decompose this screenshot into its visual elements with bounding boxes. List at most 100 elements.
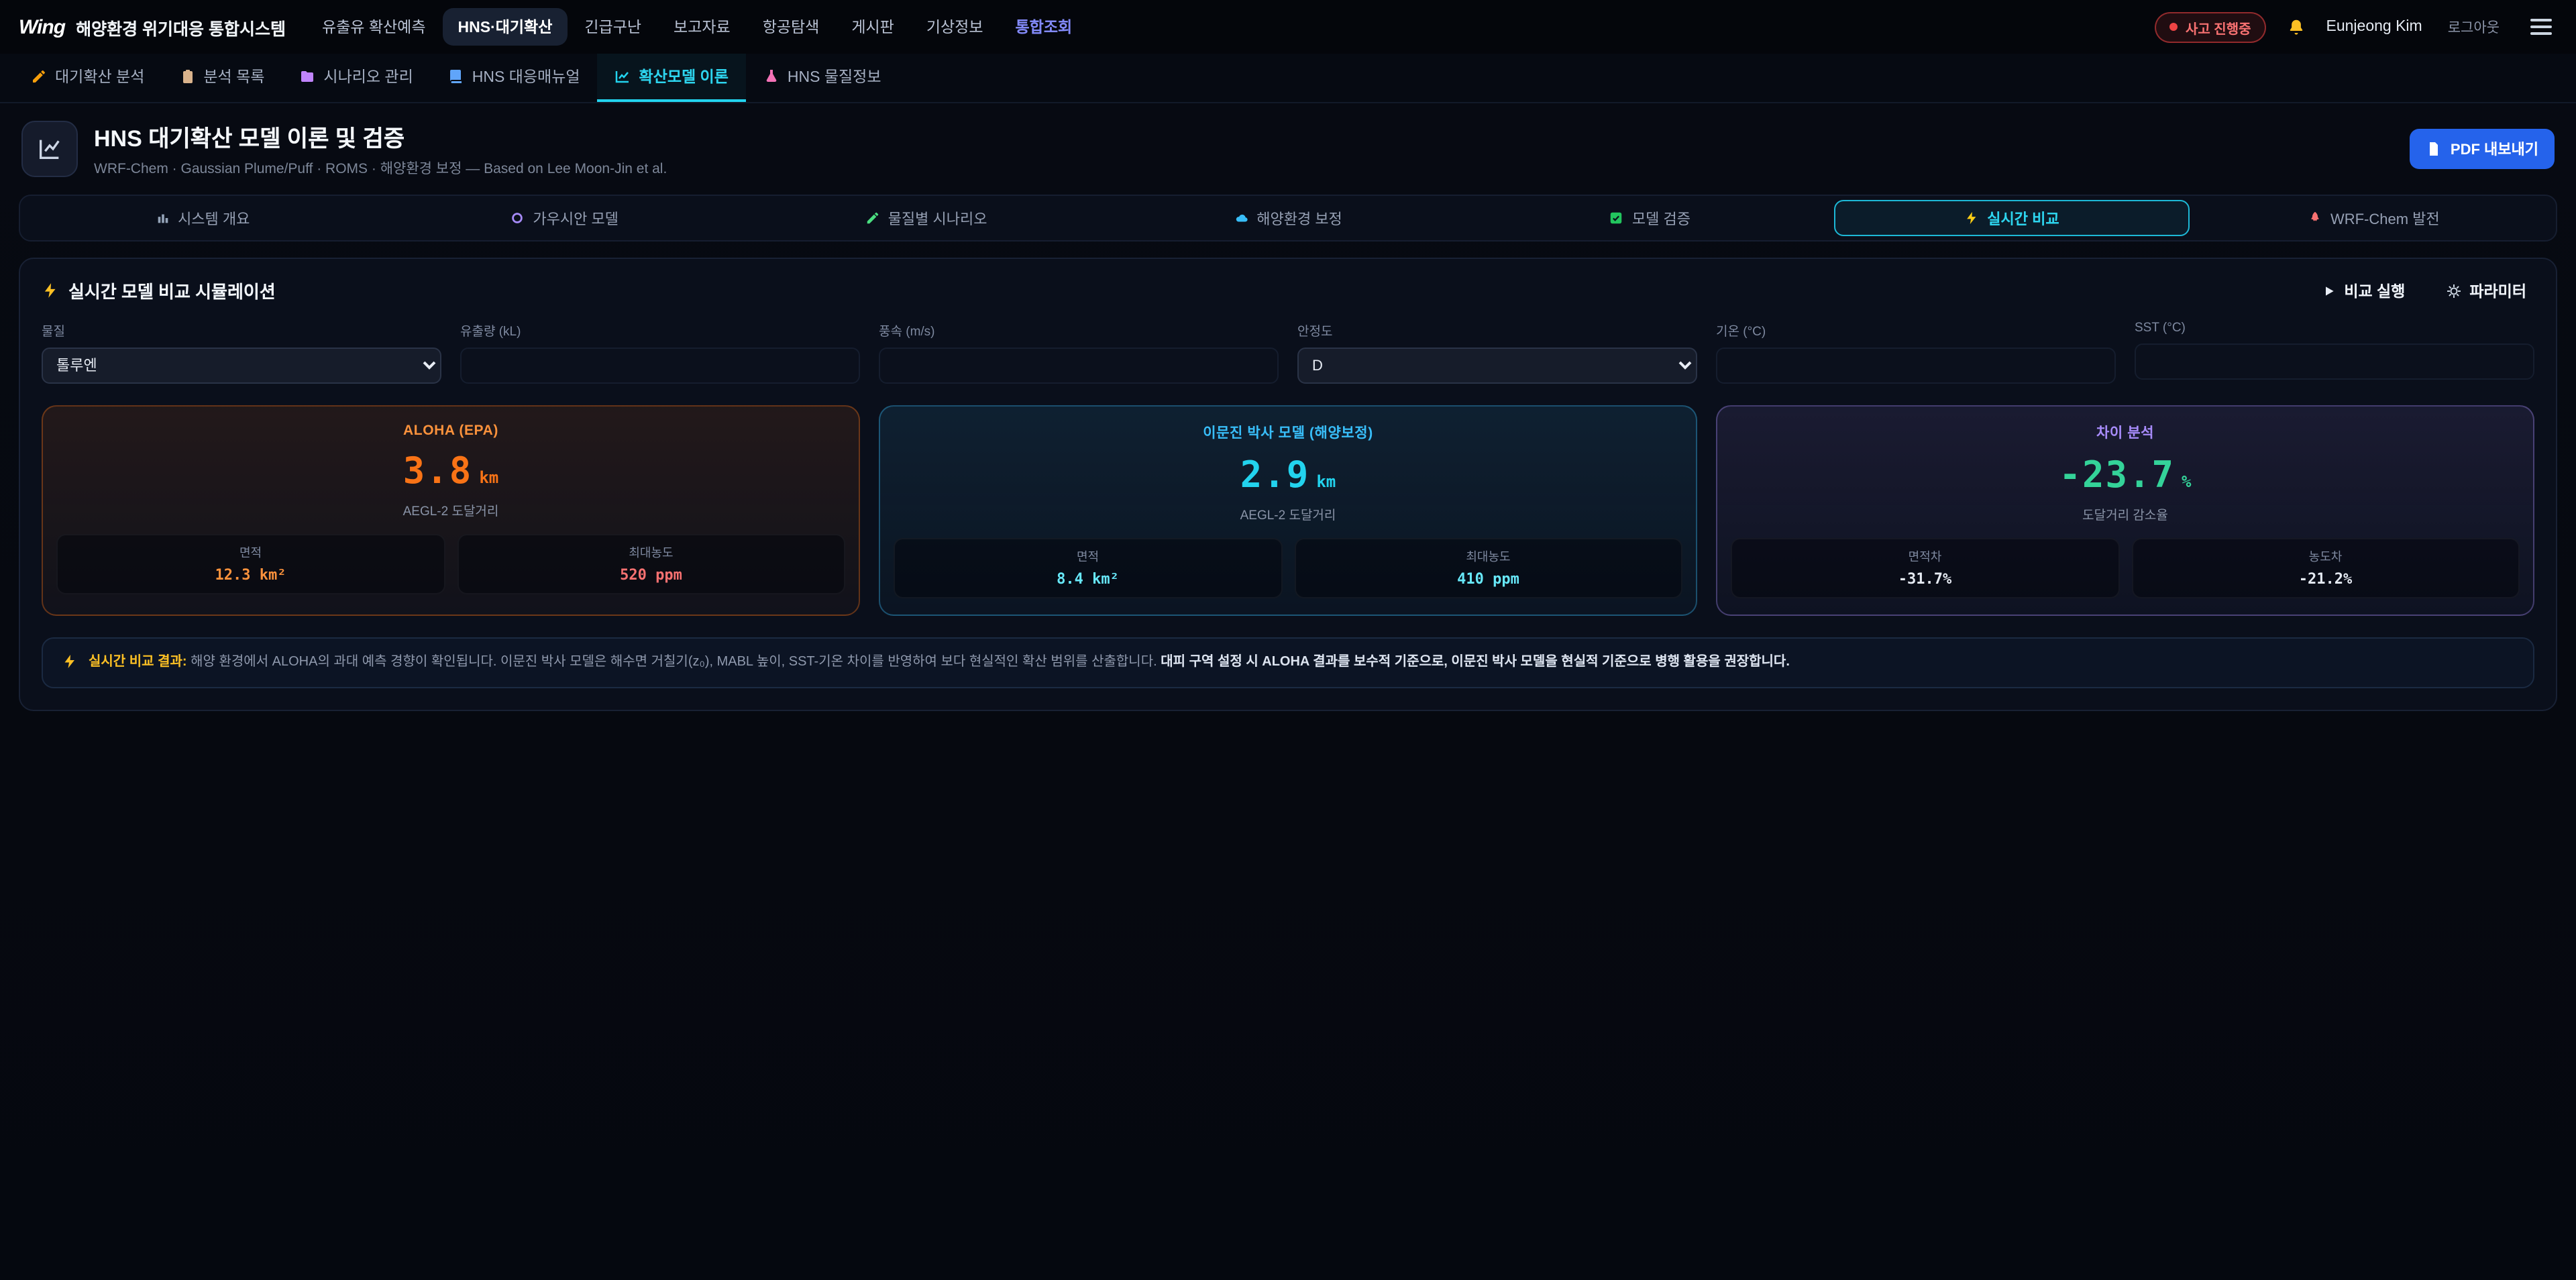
nav-weather-info[interactable]: 기상정보: [912, 8, 998, 46]
run-comparison-label: 비교 실행: [2344, 280, 2405, 301]
play-icon: [2322, 284, 2336, 297]
stat-label: 면적차: [1737, 547, 2112, 565]
sst-label: SST (°C): [2135, 321, 2534, 335]
pencil-icon: [865, 211, 880, 225]
subtab-analysis-list[interactable]: 분석 목록: [162, 54, 282, 102]
nav-reports[interactable]: 보고자료: [659, 8, 745, 46]
panel-actions: 비교 실행 파라미터: [2314, 278, 2534, 303]
notification-bell-icon[interactable]: [2284, 14, 2309, 40]
note-emphasis: 대피 구역 설정 시 ALOHA 결과를 보수적 기준으로, 이문진 박사 모델…: [1161, 655, 1790, 670]
nav-board[interactable]: 게시판: [837, 8, 909, 46]
nav-integrated-search[interactable]: 통합조회: [1001, 8, 1087, 46]
sst-input[interactable]: [2135, 343, 2534, 380]
topbar: Wing 해양환경 위기대응 통합시스템 유출유 확산예측 HNS·대기확산 긴…: [0, 0, 2576, 54]
nav-aerial-search[interactable]: 항공탐색: [748, 8, 835, 46]
document-icon: [2426, 141, 2443, 157]
nav-oil-spill-prediction[interactable]: 유출유 확산예측: [307, 8, 441, 46]
leak-volume-input[interactable]: [460, 348, 860, 384]
air-temperature-input[interactable]: [1716, 348, 2116, 384]
page-header-icon: [21, 121, 78, 177]
result-cards: ALOHA (EPA) 3.8km AEGL-2 도달거리 면적 12.3 km…: [42, 405, 2534, 616]
stat-value: 410 ppm: [1301, 570, 1676, 588]
tab-marine-environment-correction[interactable]: 해양환경 보정: [1110, 200, 1466, 236]
result-card-difference: 차이 분석 -23.7% 도달거리 감소율 면적차 -31.7% 농도차 -21…: [1716, 405, 2534, 616]
stat-value: -31.7%: [1737, 570, 2112, 588]
stat-label: 최대농도: [464, 543, 839, 561]
stat-concentration-difference: 농도차 -21.2%: [2131, 538, 2520, 598]
book-icon: [448, 68, 464, 85]
card-caption: 도달거리 감소율: [1731, 504, 2520, 523]
tab-system-overview[interactable]: 시스템 개요: [24, 200, 380, 236]
air-temperature-label: 기온 (°C): [1716, 321, 2116, 339]
stability-select[interactable]: D: [1297, 348, 1697, 384]
subtab-atmos-analysis[interactable]: 대기확산 분석: [13, 54, 162, 102]
card-stats: 면적 8.4 km² 최대농도 410 ppm: [894, 538, 1682, 598]
page-header: HNS 대기확산 모델 이론 및 검증 WRF-Chem · Gaussian …: [0, 103, 2576, 192]
page-header-text: HNS 대기확산 모델 이론 및 검증 WRF-Chem · Gaussian …: [94, 119, 667, 178]
subtab-label: 분석 목록: [203, 66, 264, 87]
nav-emergency-rescue[interactable]: 긴급구난: [570, 8, 656, 46]
parameters-button[interactable]: 파라미터: [2437, 278, 2534, 303]
subtab-hns-substance-info[interactable]: HNS 물질정보: [746, 54, 899, 102]
subtab-label: 확산모델 이론: [639, 66, 729, 87]
tab-label: 모델 검증: [1632, 207, 1690, 229]
card-title: 차이 분석: [1731, 423, 2520, 443]
parameters-label: 파라미터: [2469, 280, 2526, 301]
tab-model-validation[interactable]: 모델 검증: [1472, 200, 1828, 236]
wind-speed-input[interactable]: [879, 348, 1279, 384]
stat-label: 농도차: [2138, 547, 2513, 565]
field-stability: 안정도 D: [1297, 321, 1697, 384]
note-prefix: 실시간 비교 결과:: [89, 655, 187, 670]
lightning-icon: [1964, 211, 1979, 225]
folder-icon: [299, 68, 315, 85]
panel-title: 실시간 모델 비교 시뮬레이션: [42, 278, 276, 303]
subtab-label: HNS 대응매뉴얼: [472, 66, 580, 87]
subtab-label: HNS 물질정보: [788, 66, 881, 87]
note-body: 해양 환경에서 ALOHA의 과대 예측 경향이 확인됩니다. 이문진 박사 모…: [187, 655, 1161, 670]
panel-title-text: 실시간 모델 비교 시뮬레이션: [68, 278, 276, 303]
subtab-hns-response-manual[interactable]: HNS 대응매뉴얼: [431, 54, 598, 102]
stat-max-concentration: 최대농도 520 ppm: [457, 534, 845, 594]
app-title: 해양환경 위기대응 통합시스템: [76, 14, 286, 40]
card-stats: 면적 12.3 km² 최대농도 520 ppm: [56, 534, 845, 594]
card-value-unit: km: [1316, 472, 1336, 491]
comparison-result-note: 실시간 비교 결과: 해양 환경에서 ALOHA의 과대 예측 경향이 확인됩니…: [42, 637, 2534, 688]
menu-hamburger-icon[interactable]: [2525, 13, 2557, 40]
field-sst: SST (°C): [2135, 321, 2534, 384]
ring-icon: [510, 211, 525, 225]
stat-max-concentration: 최대농도 410 ppm: [1294, 538, 1682, 598]
note-text: 실시간 비교 결과: 해양 환경에서 ALOHA의 과대 예측 경향이 확인됩니…: [89, 652, 1790, 673]
run-comparison-button[interactable]: 비교 실행: [2314, 278, 2413, 303]
subtab-scenario-management[interactable]: 시나리오 관리: [282, 54, 430, 102]
substance-select[interactable]: 톨루엔: [42, 348, 441, 384]
pdf-export-label: PDF 내보내기: [2451, 138, 2538, 160]
card-caption: AEGL-2 도달거리: [56, 500, 845, 519]
panel-header: 실시간 모델 비교 시뮬레이션 비교 실행 파라미터: [42, 278, 2534, 303]
brand: Wing 해양환경 위기대응 통합시스템: [19, 14, 286, 40]
card-value-number: -23.7: [2059, 455, 2175, 496]
pdf-export-button[interactable]: PDF 내보내기: [2410, 129, 2555, 169]
tab-substance-scenarios[interactable]: 물질별 시나리오: [748, 200, 1104, 236]
main-nav: 유출유 확산예측 HNS·대기확산 긴급구난 보고자료 항공탐색 게시판 기상정…: [307, 8, 1087, 46]
stat-value: 12.3 km²: [63, 566, 438, 584]
logout-button[interactable]: 로그아웃: [2440, 15, 2508, 38]
rocket-icon: [2308, 211, 2322, 225]
check-square-icon: [1609, 211, 1624, 225]
subtab-diffusion-model-theory[interactable]: 확산모델 이론: [598, 54, 746, 102]
tab-wrf-chem-advancement[interactable]: WRF-Chem 발전: [2196, 200, 2552, 236]
tab-realtime-comparison[interactable]: 실시간 비교: [1833, 200, 2190, 236]
clipboard-icon: [179, 68, 195, 85]
card-value-unit: km: [479, 468, 498, 487]
card-caption: AEGL-2 도달거리: [894, 504, 1682, 523]
nav-hns-atmospheric[interactable]: HNS·대기확산: [443, 8, 568, 46]
field-air-temperature: 기온 (°C): [1716, 321, 2116, 384]
result-card-aloha: ALOHA (EPA) 3.8km AEGL-2 도달거리 면적 12.3 km…: [42, 405, 860, 616]
tab-label: WRF-Chem 발전: [2330, 207, 2440, 229]
subtab-label: 시나리오 관리: [323, 66, 413, 87]
sub-nav: 대기확산 분석 분석 목록 시나리오 관리 HNS 대응매뉴얼 확산모델 이론 …: [0, 54, 2576, 103]
chart-icon: [36, 136, 63, 162]
incident-badge-label: 사고 진행중: [2186, 17, 2251, 37]
tab-gaussian-model[interactable]: 가우시안 모델: [386, 200, 742, 236]
stat-area: 면적 8.4 km²: [894, 538, 1282, 598]
flask-icon: [763, 68, 780, 85]
